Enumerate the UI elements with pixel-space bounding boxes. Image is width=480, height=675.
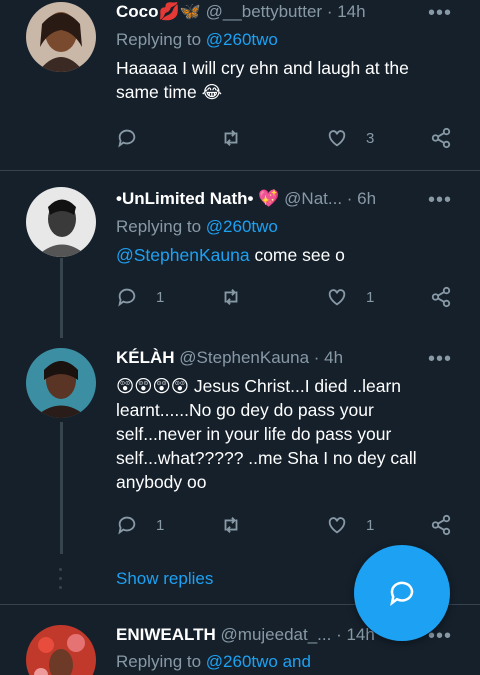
replying-to-link[interactable]: @260two	[206, 217, 278, 236]
tweet-coco[interactable]: Coco💋🦋 @__bettybutter · 14h ••• Replying…	[0, 0, 480, 170]
author-name[interactable]: ENIWEALTH	[116, 625, 216, 644]
retweet-button[interactable]	[220, 283, 242, 311]
compose-reply-button[interactable]	[354, 545, 450, 641]
thread-dots	[59, 568, 63, 595]
replying-to: Replying to @260two	[116, 217, 278, 236]
tweet-text: Haaaaa I will cry ehn and laugh at the s…	[116, 58, 409, 102]
retweet-button[interactable]	[220, 511, 242, 539]
reply-button[interactable]: 1	[116, 283, 164, 311]
like-count: 3	[366, 129, 375, 147]
show-replies-link[interactable]: Show replies	[116, 569, 213, 589]
like-count: 1	[366, 516, 375, 534]
share-button[interactable]	[430, 511, 452, 539]
avatar[interactable]	[26, 348, 96, 418]
thread-line	[60, 422, 63, 554]
replying-to-link[interactable]: @260two	[206, 30, 278, 49]
name-emoji: 💋🦋	[158, 2, 201, 22]
avatar[interactable]	[26, 625, 96, 675]
author-name[interactable]: •UnLimited Nath•	[116, 189, 254, 208]
like-icon	[328, 517, 346, 534]
timestamp: · 14h	[326, 2, 366, 21]
retweet-icon	[224, 517, 238, 533]
share-icon	[431, 514, 451, 536]
timestamp: · 6h	[346, 189, 377, 208]
avatar[interactable]	[26, 187, 96, 257]
like-button[interactable]: 1	[326, 283, 374, 311]
thread-line	[60, 258, 63, 338]
name-emoji: 💖	[258, 189, 280, 209]
reply-icon	[118, 288, 136, 307]
author-handle[interactable]: @mujeedat_...	[221, 625, 332, 644]
share-button[interactable]	[430, 283, 452, 311]
more-options-icon[interactable]: •••	[428, 2, 452, 25]
author-name[interactable]: KÉLÀH	[116, 348, 175, 367]
reply-count: 1	[156, 288, 165, 306]
more-options-icon[interactable]: •••	[428, 189, 452, 212]
reply-count: 1	[156, 516, 165, 534]
compose-reply-icon	[390, 581, 414, 606]
reply-icon	[118, 129, 136, 148]
share-icon	[431, 127, 451, 149]
author-handle[interactable]: @Nat...	[284, 189, 342, 208]
reply-icon	[118, 516, 136, 535]
avatar[interactable]	[26, 2, 96, 72]
tweet-text: 😲😲😲😲 Jesus Christ...I died ..learn learn…	[116, 376, 417, 492]
share-button[interactable]	[430, 124, 452, 152]
more-options-icon[interactable]: •••	[428, 348, 452, 371]
reply-button[interactable]	[116, 124, 138, 152]
like-icon	[328, 289, 346, 306]
like-button[interactable]: 3	[326, 124, 374, 152]
share-icon	[431, 286, 451, 308]
like-icon	[328, 130, 346, 147]
like-button[interactable]: 1	[326, 511, 374, 539]
tweet-unlimited-nath[interactable]: •UnLimited Nath• 💖 @Nat... · 6h ••• Repl…	[0, 171, 480, 341]
reply-button[interactable]: 1	[116, 511, 164, 539]
retweet-button[interactable]	[220, 124, 242, 152]
replying-to-link[interactable]: @260two and	[206, 652, 311, 671]
replying-to: Replying to @260two and	[116, 652, 311, 671]
author-handle[interactable]: @StephenKauna	[179, 348, 309, 367]
retweet-icon	[224, 289, 238, 305]
replying-to: Replying to @260two	[116, 30, 278, 49]
retweet-icon	[224, 130, 238, 146]
timestamp: · 4h	[313, 348, 344, 367]
like-count: 1	[366, 288, 375, 306]
author-name[interactable]: Coco	[116, 2, 159, 21]
author-handle[interactable]: @__bettybutter	[206, 2, 323, 21]
mention-link[interactable]: @StephenKauna	[116, 245, 250, 265]
tweet-text: @StephenKauna come see o	[116, 245, 345, 265]
